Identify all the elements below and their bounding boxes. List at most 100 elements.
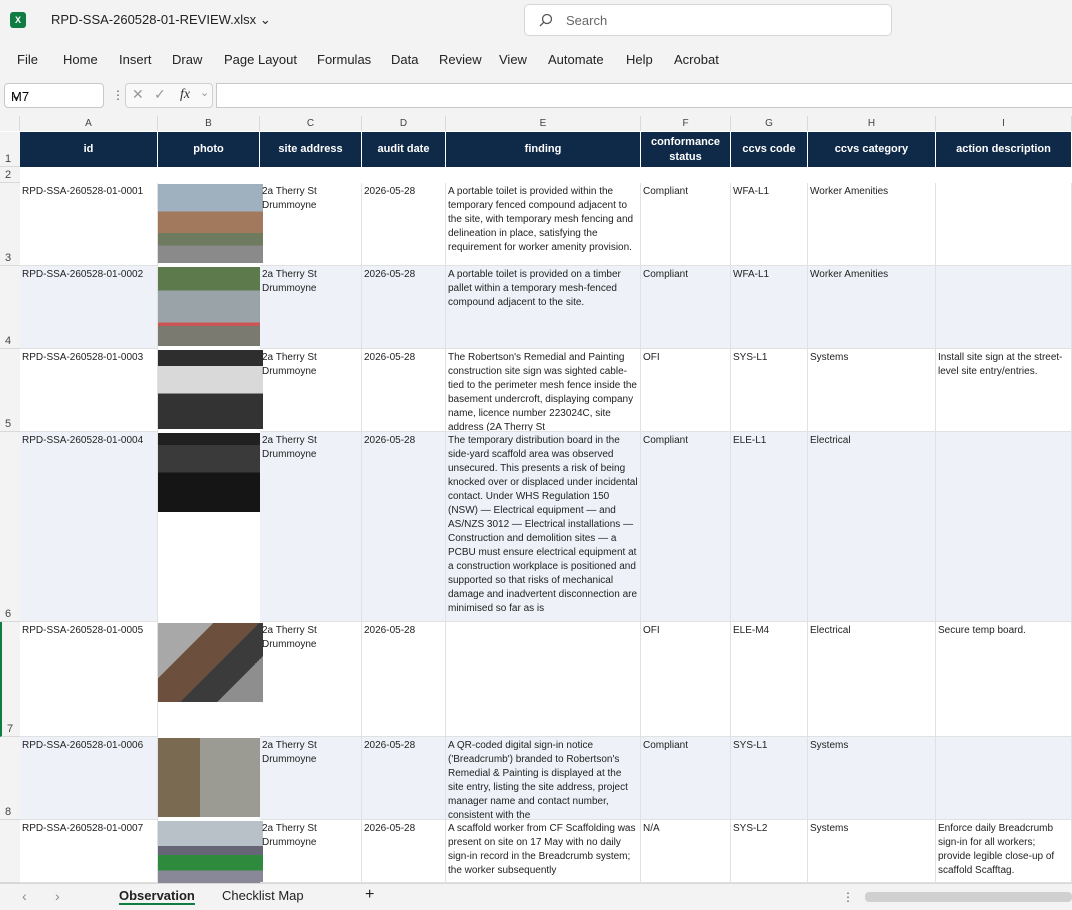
header-conformance-status[interactable]: conformance status (641, 132, 731, 167)
cell-category[interactable]: Worker Amenities (808, 183, 936, 266)
menu-acrobat[interactable]: Acrobat (674, 52, 719, 67)
menu-automate[interactable]: Automate (548, 52, 604, 67)
cell-finding[interactable] (446, 622, 641, 737)
row-number[interactable]: 6 (5, 608, 11, 620)
document-title[interactable]: RPD-SSA-260528-01-REVIEW.xlsx ⌄ (51, 12, 271, 28)
row-header[interactable]: 1 (0, 132, 20, 167)
header-finding[interactable]: finding (446, 132, 641, 167)
cell-finding[interactable]: A portable toilet is provided on a timbe… (446, 266, 641, 349)
photo-thumbnail[interactable] (158, 738, 263, 817)
excel-app-icon[interactable]: X (10, 12, 26, 28)
cell-address[interactable]: 2a Therry St Drummoyne (260, 737, 362, 820)
cell-status[interactable]: Compliant (641, 183, 731, 266)
row-number[interactable]: 7 (7, 723, 13, 735)
cell-finding[interactable]: A scaffold worker from CF Scaffolding wa… (446, 820, 641, 883)
cell-category[interactable]: Worker Amenities (808, 266, 936, 349)
cell-date[interactable]: 2026-05-28 (362, 820, 446, 883)
document-title-text[interactable]: RPD-SSA-260528-01-REVIEW.xlsx (51, 12, 256, 27)
row-header[interactable]: 2 (0, 167, 20, 183)
cell-action[interactable]: Enforce daily Breadcrumb sign-in for all… (936, 820, 1072, 883)
cell-action[interactable]: Install site sign at the street-level si… (936, 349, 1072, 432)
column-header-h[interactable]: H (808, 116, 936, 131)
column-header-f[interactable]: F (641, 116, 731, 131)
header-audit-date[interactable]: audit date (362, 132, 446, 167)
column-header-e[interactable]: E (446, 116, 641, 131)
cell-status[interactable]: Compliant (641, 737, 731, 820)
photo-thumbnail[interactable] (158, 433, 263, 512)
row-number[interactable]: 3 (5, 252, 11, 264)
column-header-d[interactable]: D (362, 116, 446, 131)
column-header-i[interactable]: I (936, 116, 1072, 131)
more-options-icon[interactable]: ⋮ (112, 88, 124, 102)
chevron-down-icon[interactable]: ⌄ (11, 88, 97, 102)
cell-status[interactable]: N/A (641, 820, 731, 883)
cell-id[interactable]: RPD-SSA-260528-01-0006 (20, 737, 158, 820)
cell-id[interactable]: RPD-SSA-260528-01-0002 (20, 266, 158, 349)
tab-checklist-map[interactable]: Checklist Map (222, 888, 304, 903)
cell-address[interactable]: 2a Therry St Drummoyne (260, 266, 362, 349)
menu-review[interactable]: Review (439, 52, 482, 67)
menu-file[interactable]: File (17, 52, 38, 67)
row-header[interactable]: 5 (0, 349, 20, 432)
cell-id[interactable]: RPD-SSA-260528-01-0003 (20, 349, 158, 432)
row-number[interactable]: 4 (5, 335, 11, 347)
menu-home[interactable]: Home (63, 52, 98, 67)
name-box[interactable]: M7 ⌄ (4, 83, 104, 108)
chevron-down-icon[interactable]: ⌄ (260, 12, 271, 27)
cell-id[interactable]: RPD-SSA-260528-01-0007 (20, 820, 158, 883)
cell-code[interactable]: ELE-L1 (731, 432, 808, 622)
cell-id[interactable]: RPD-SSA-260528-01-0001 (20, 183, 158, 266)
header-id[interactable]: id (20, 132, 158, 167)
cell-code[interactable]: SYS-L2 (731, 820, 808, 883)
cell-action[interactable] (936, 432, 1072, 622)
column-header-a[interactable]: A (20, 116, 158, 131)
menu-page-layout[interactable]: Page Layout (224, 52, 297, 67)
cell-id[interactable]: RPD-SSA-260528-01-0004 (20, 432, 158, 622)
header-ccvs-category[interactable]: ccvs category (808, 132, 936, 167)
cell-code[interactable]: SYS-L1 (731, 737, 808, 820)
select-all-corner[interactable] (0, 116, 20, 131)
row-header[interactable]: 8 (0, 737, 20, 820)
header-site-address[interactable]: site address (260, 132, 362, 167)
cell-category[interactable]: Electrical (808, 622, 936, 737)
menu-formulas[interactable]: Formulas (317, 52, 371, 67)
cell-address[interactable]: 2a Therry St Drummoyne (260, 820, 362, 883)
row-number[interactable]: 2 (5, 169, 11, 181)
cell-date[interactable]: 2026-05-28 (362, 266, 446, 349)
row-header[interactable]: 4 (0, 266, 20, 349)
cell-code[interactable]: SYS-L1 (731, 349, 808, 432)
header-photo[interactable]: photo (158, 132, 260, 167)
menu-view[interactable]: View (499, 52, 527, 67)
photo-thumbnail[interactable] (158, 267, 263, 346)
cell-code[interactable]: WFA-L1 (731, 266, 808, 349)
cell-finding[interactable]: The Robertson's Remedial and Painting co… (446, 349, 641, 432)
cell-address[interactable]: 2a Therry St Drummoyne (260, 349, 362, 432)
chevron-down-icon[interactable]: ⌄ (200, 86, 209, 99)
cell-category[interactable]: Systems (808, 820, 936, 883)
menu-draw[interactable]: Draw (172, 52, 202, 67)
formula-input[interactable] (216, 83, 1072, 108)
chevron-right-icon[interactable]: › (55, 888, 60, 904)
column-header-c[interactable]: C (260, 116, 362, 131)
cell-action[interactable] (936, 737, 1072, 820)
cell-date[interactable]: 2026-05-28 (362, 432, 446, 622)
menu-help[interactable]: Help (626, 52, 653, 67)
confirm-icon[interactable]: ✓ (154, 86, 166, 103)
add-sheet-button[interactable]: + (365, 886, 374, 904)
cell-code[interactable]: ELE-M4 (731, 622, 808, 737)
cell-date[interactable]: 2026-05-28 (362, 183, 446, 266)
cell-category[interactable]: Systems (808, 737, 936, 820)
cell-status[interactable]: OFI (641, 622, 731, 737)
tab-observation[interactable]: Observation (119, 888, 195, 905)
cell-address[interactable]: 2a Therry St Drummoyne (260, 622, 362, 737)
cell-code[interactable]: WFA-L1 (731, 183, 808, 266)
cell-status[interactable]: Compliant (641, 266, 731, 349)
cell-finding[interactable]: A portable toilet is provided within the… (446, 183, 641, 266)
column-header-b[interactable]: B (158, 116, 260, 131)
search-placeholder[interactable]: Search (566, 13, 607, 28)
photo-thumbnail[interactable] (158, 821, 263, 883)
row-number[interactable]: 5 (5, 418, 11, 430)
row-header[interactable]: 3 (0, 183, 20, 266)
column-header-g[interactable]: G (731, 116, 808, 131)
insert-function-button[interactable]: fx (180, 87, 190, 103)
